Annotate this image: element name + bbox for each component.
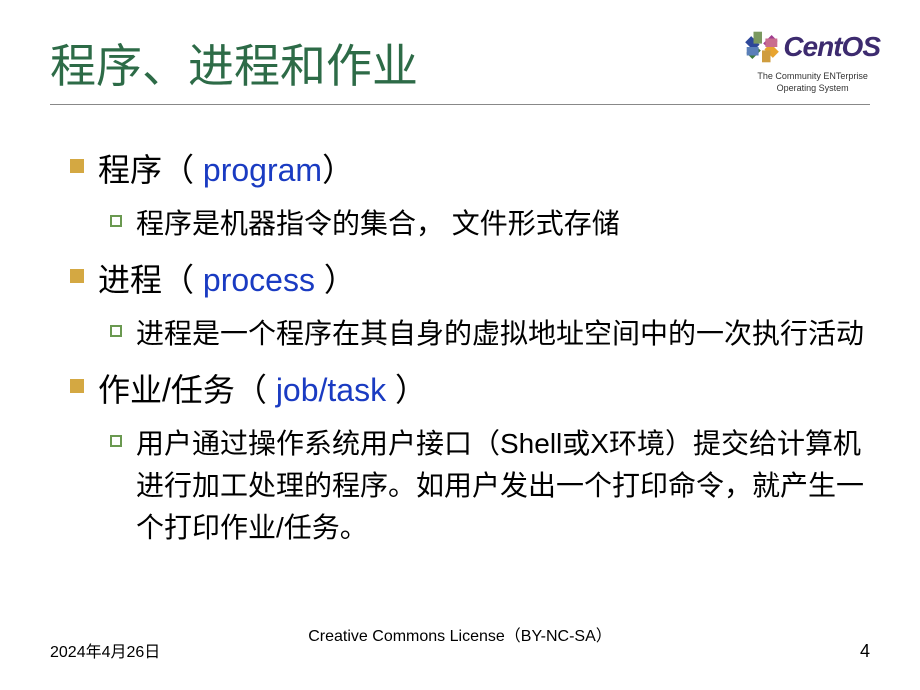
item-heading: 程序（ program）	[98, 145, 354, 191]
bullet-hollow-icon	[110, 215, 122, 227]
term-cn: 进程	[98, 262, 162, 298]
list-subitem: 进程是一个程序在其自身的虚拟地址空间中的一次执行活动	[110, 313, 870, 355]
slide-content: 程序（ program） 程序是机器指令的集合， 文件形式存储 进程（ proc…	[50, 145, 870, 549]
bullet-square-icon	[70, 379, 84, 393]
footer-date: 2024年4月26日	[50, 638, 160, 662]
item-heading: 进程（ process ）	[98, 255, 356, 301]
list-subitem: 程序是机器指令的集合， 文件形式存储	[110, 203, 870, 245]
subitem-text: 程序是机器指令的集合， 文件形式存储	[136, 203, 620, 245]
list-item: 程序（ program）	[70, 145, 870, 191]
term-cn: 程序	[98, 152, 162, 188]
item-heading: 作业/任务（ job/task ）	[98, 365, 427, 411]
slide: 程序、进程和作业 CentOS The Community ENTerprise…	[0, 0, 920, 690]
paren-open: （	[162, 152, 194, 188]
list-item: 作业/任务（ job/task ）	[70, 365, 870, 411]
logo-tagline-2: Operating System	[745, 83, 880, 93]
paren-close: ）	[324, 262, 356, 298]
term-en: job/task	[267, 372, 395, 408]
logo-graphic: CentOS	[745, 30, 880, 64]
bullet-square-icon	[70, 269, 84, 283]
footer-license: Creative Commons License（BY-NC-SA）	[308, 622, 612, 646]
term-cn: 作业/任务	[98, 372, 235, 408]
subitem-text: 用户通过操作系统用户接口（Shell或X环境）提交给计算机进行加工处理的程序。如…	[136, 423, 870, 549]
logo-tagline-1: The Community ENTerprise	[745, 71, 880, 81]
term-en: process	[194, 262, 324, 298]
page-number: 4	[860, 641, 870, 662]
paren-open: （	[162, 262, 194, 298]
list-subitem: 用户通过操作系统用户接口（Shell或X环境）提交给计算机进行加工处理的程序。如…	[110, 423, 870, 549]
centos-wordmark: CentOS	[783, 31, 880, 63]
bullet-hollow-icon	[110, 325, 122, 337]
bullet-square-icon	[70, 159, 84, 173]
paren-close: ）	[322, 152, 354, 188]
paren-close: ）	[395, 372, 427, 408]
pinwheel-icon	[745, 30, 779, 64]
term-en: program	[194, 152, 322, 188]
subitem-text: 进程是一个程序在其自身的虚拟地址空间中的一次执行活动	[136, 313, 864, 355]
paren-open: （	[235, 372, 267, 408]
centos-logo: CentOS The Community ENTerprise Operatin…	[745, 30, 880, 93]
slide-footer: 2024年4月26日 Creative Commons License（BY-N…	[0, 638, 920, 662]
bullet-hollow-icon	[110, 435, 122, 447]
list-item: 进程（ process ）	[70, 255, 870, 301]
